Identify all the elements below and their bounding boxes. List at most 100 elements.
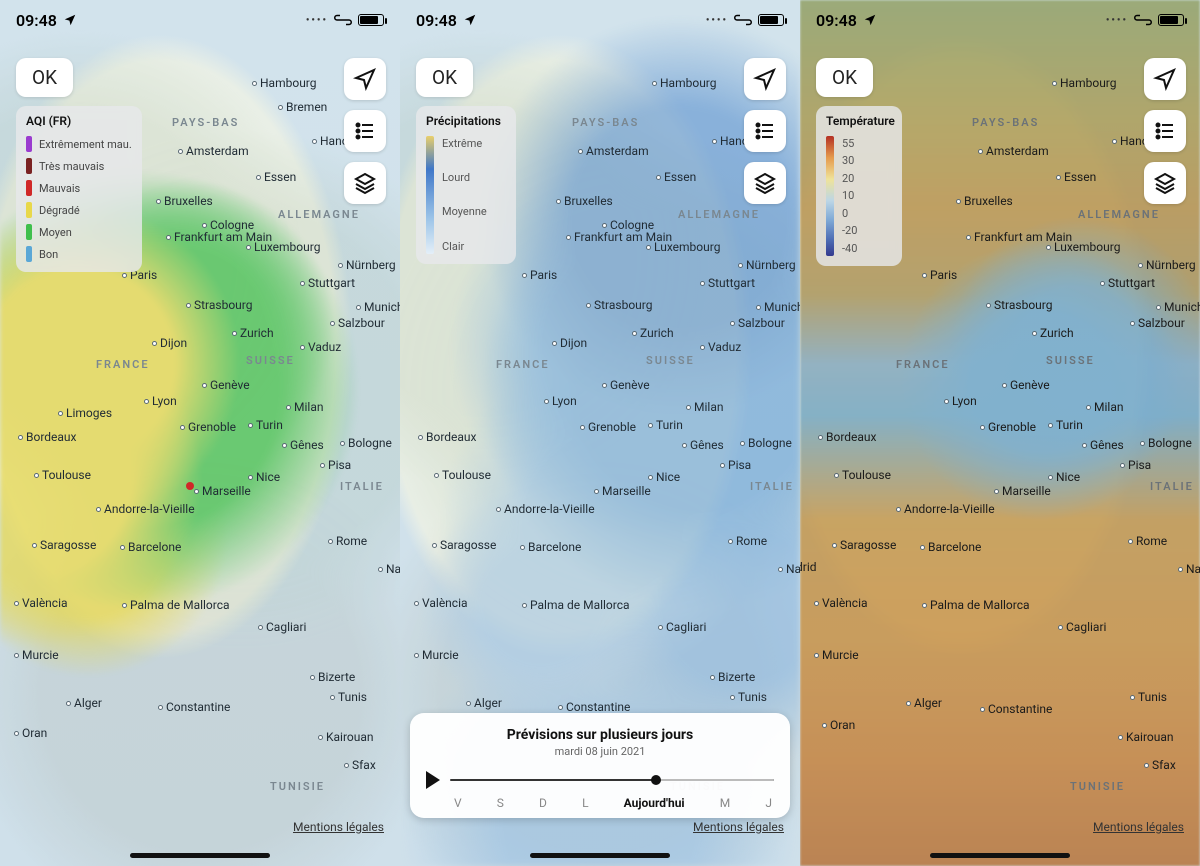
- city-label: Tunis: [330, 690, 367, 704]
- legal-link[interactable]: Mentions légales: [693, 820, 784, 834]
- city-label: Saragosse: [832, 538, 896, 552]
- city-label: Toulouse: [34, 468, 91, 482]
- country-label: SUISSE: [246, 354, 295, 367]
- city-label: Rome: [728, 534, 767, 548]
- country-label: FRANCE: [496, 358, 550, 371]
- forecast-title: Prévisions sur plusieurs jours: [426, 727, 774, 743]
- city-label: Gênes: [1082, 438, 1124, 452]
- country-label: ALLEMAGNE: [678, 208, 760, 221]
- country-label: ALLEMAGNE: [1078, 208, 1160, 221]
- ok-button[interactable]: OK: [16, 58, 73, 97]
- layers-icon: [753, 171, 777, 195]
- status-time: 09:48: [816, 11, 857, 30]
- city-label: Dijon: [552, 336, 587, 350]
- city-label: Barcelone: [920, 540, 981, 554]
- legal-link[interactable]: Mentions légales: [293, 820, 384, 834]
- city-label: Munich: [1156, 300, 1200, 314]
- link-icon: [334, 14, 352, 26]
- city-label: Vaduz: [700, 340, 741, 354]
- city-label: Nice: [648, 470, 680, 484]
- forecast-panel: Prévisions sur plusieurs jours mardi 08 …: [410, 713, 790, 818]
- battery-icon: [758, 14, 784, 26]
- home-indicator: [130, 853, 270, 858]
- city-label: Murcie: [414, 648, 459, 662]
- city-label: Salzbour: [730, 316, 785, 330]
- locate-button[interactable]: [744, 58, 786, 100]
- list-button[interactable]: [344, 110, 386, 152]
- country-label: TUNISIE: [1070, 780, 1125, 793]
- locate-button[interactable]: [344, 58, 386, 100]
- city-label: Milan: [686, 400, 723, 414]
- city-label: Stuttgart: [700, 276, 755, 290]
- ok-button[interactable]: OK: [416, 58, 473, 97]
- layers-button[interactable]: [744, 162, 786, 204]
- city-label: Munich: [356, 300, 400, 314]
- city-label: Saragosse: [432, 538, 496, 552]
- city-label: Vaduz: [300, 340, 341, 354]
- city-label: Bizerte: [310, 670, 355, 684]
- city-label: Oran: [14, 726, 47, 740]
- link-icon: [734, 14, 752, 26]
- city-label: Pisa: [1120, 458, 1151, 472]
- city-label: Tunis: [1130, 690, 1167, 704]
- timeline-slider[interactable]: [450, 768, 774, 792]
- city-label: Cagliari: [1058, 620, 1106, 634]
- city-label: Alger: [906, 696, 942, 710]
- city-label: Pisa: [320, 458, 351, 472]
- city-label: Naple: [778, 562, 800, 576]
- layers-button[interactable]: [1144, 162, 1186, 204]
- city-label: Barcelone: [120, 540, 181, 554]
- city-label: Zurich: [232, 326, 274, 340]
- list-icon: [353, 119, 377, 143]
- city-label: Zurich: [1032, 326, 1074, 340]
- city-label: Stuttgart: [300, 276, 355, 290]
- layers-icon: [353, 171, 377, 195]
- country-label: PAYS-BAS: [972, 116, 1039, 129]
- legend-title: Précipitations: [426, 114, 506, 128]
- home-indicator: [530, 853, 670, 858]
- city-label: València: [414, 596, 468, 610]
- country-label: TUNISIE: [270, 780, 325, 793]
- forecast-date: mardi 08 juin 2021: [426, 745, 774, 758]
- city-label: Rome: [1128, 534, 1167, 548]
- city-label: Zurich: [632, 326, 674, 340]
- city-label: Gênes: [682, 438, 724, 452]
- city-label: Marseille: [994, 484, 1051, 498]
- city-label: Murcie: [814, 648, 859, 662]
- status-time: 09:48: [16, 11, 57, 30]
- timeline-days: V S D L Aujourd'hui M J: [426, 796, 774, 810]
- city-label: Gênes: [282, 438, 324, 452]
- country-label: SUISSE: [1046, 354, 1095, 367]
- ok-button[interactable]: OK: [816, 58, 873, 97]
- city-label: Alger: [466, 696, 502, 710]
- city-label: Palma de Mallorca: [522, 598, 630, 612]
- list-button[interactable]: [1144, 110, 1186, 152]
- city-label: Andorre-la-Vieille: [96, 502, 195, 516]
- city-label: Lyon: [144, 394, 177, 408]
- battery-icon: [1158, 14, 1184, 26]
- city-label: Stuttgart: [1100, 276, 1155, 290]
- city-label: drid: [800, 560, 817, 574]
- city-label: Essen: [1056, 170, 1096, 184]
- location-arrow-icon: [463, 13, 477, 27]
- legal-link[interactable]: Mentions légales: [1093, 820, 1184, 834]
- city-label: Naple: [1178, 562, 1200, 576]
- location-arrow-icon: [863, 13, 877, 27]
- locate-button[interactable]: [1144, 58, 1186, 100]
- layers-icon: [1153, 171, 1177, 195]
- city-label: Lyon: [944, 394, 977, 408]
- layers-button[interactable]: [344, 162, 386, 204]
- city-label: Grenoble: [980, 420, 1036, 434]
- city-label: Bremen: [278, 100, 327, 114]
- home-indicator: [930, 853, 1070, 858]
- cell-indicator-icon: ••••: [306, 15, 328, 26]
- city-label: Strasbourg: [986, 298, 1053, 312]
- play-button[interactable]: [426, 771, 440, 789]
- city-label: València: [814, 596, 868, 610]
- city-label: Bologne: [340, 436, 392, 450]
- city-label: Amsterdam: [578, 144, 649, 158]
- city-label: Tunis: [730, 690, 767, 704]
- city-label: Bordeaux: [418, 430, 477, 444]
- city-label: Grenoble: [580, 420, 636, 434]
- list-button[interactable]: [744, 110, 786, 152]
